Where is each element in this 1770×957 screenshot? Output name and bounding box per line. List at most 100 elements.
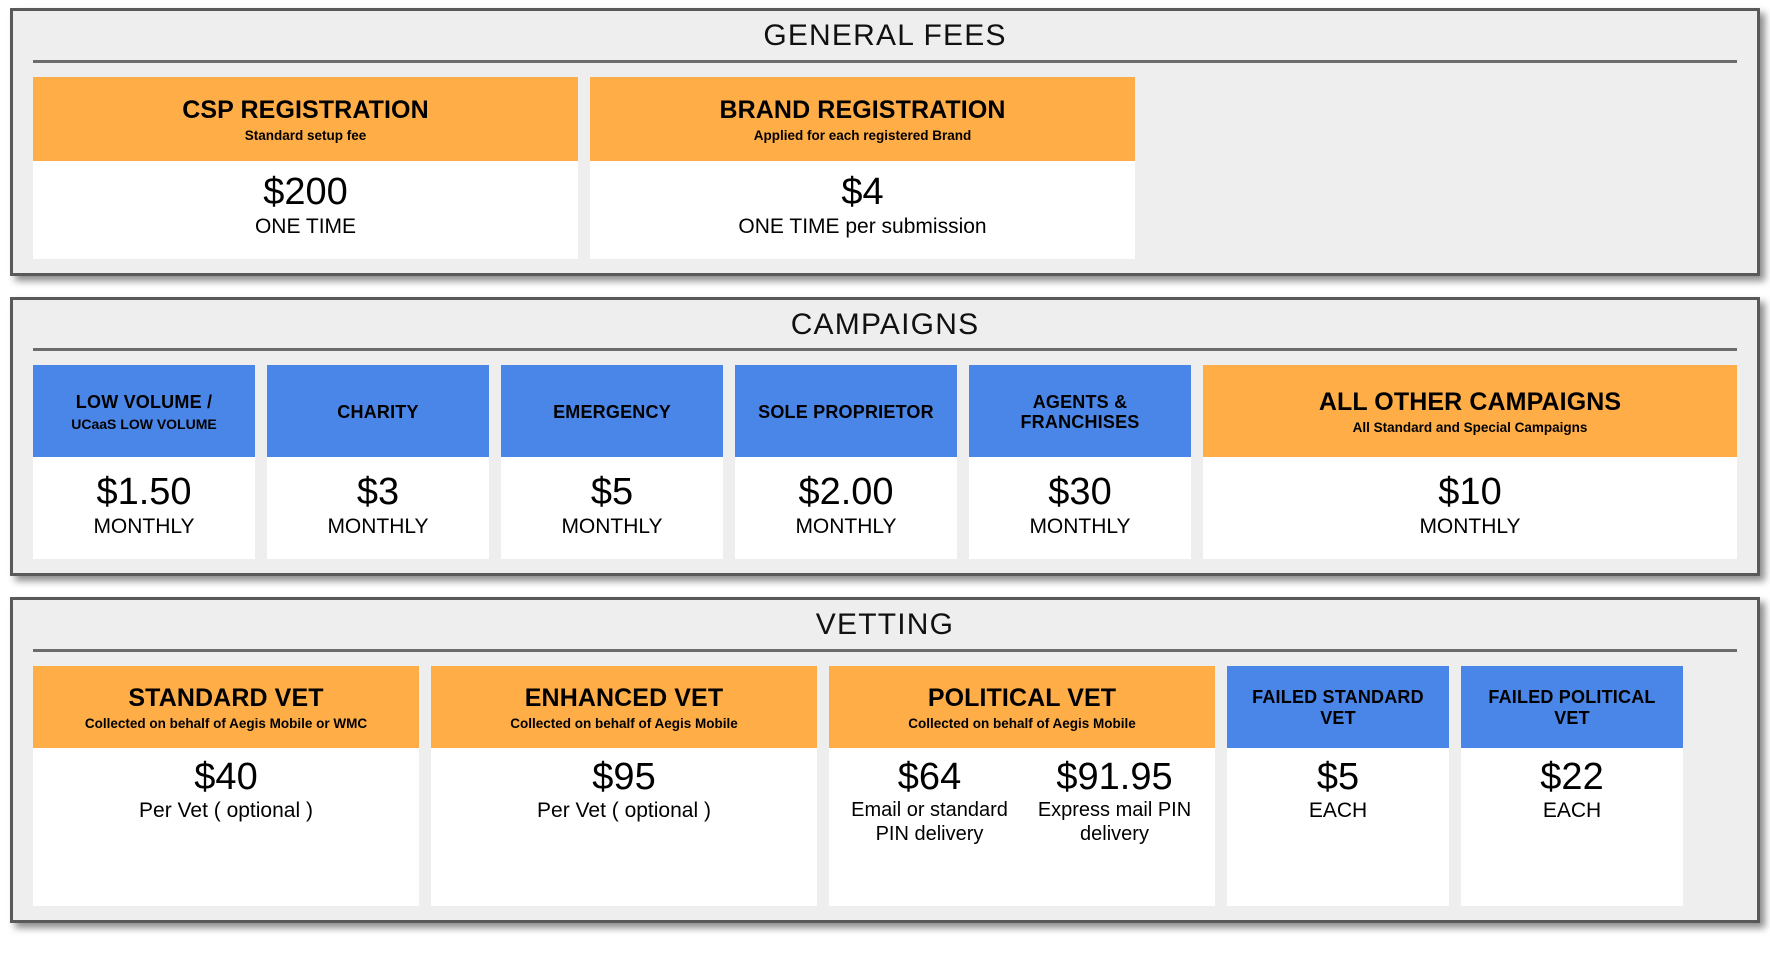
card-header-brand-registration: BRAND REGISTRATION Applied for each regi… xyxy=(590,76,1135,161)
card-body-csp-registration: $200 ONE TIME xyxy=(33,160,578,259)
card-title: EMERGENCY xyxy=(553,401,671,422)
card-title: SOLE PROPRIETOR xyxy=(758,401,934,422)
pricing-sheet: GENERAL FEES CSP REGISTRATION Standard s… xyxy=(0,0,1770,957)
card-header-standard-vet: STANDARD VET Collected on behalf of Aegi… xyxy=(33,665,419,748)
card-subtitle: Collected on behalf of Aegis Mobile xyxy=(510,715,738,731)
card-price: $4 xyxy=(841,171,884,214)
card-body-emergency: $5 MONTHLY xyxy=(501,457,723,559)
card-header-political-vet: POLITICAL VET Collected on behalf of Aeg… xyxy=(829,665,1215,748)
card-price: $5 xyxy=(1316,755,1360,798)
card-title: ALL OTHER CAMPAIGNS xyxy=(1318,388,1622,417)
card-price: $5 xyxy=(590,470,634,513)
card-price-note: MONTHLY xyxy=(561,514,663,538)
card-subtitle: Collected on behalf of Aegis Mobile or W… xyxy=(84,715,368,731)
section-title-campaigns: CAMPAIGNS xyxy=(790,307,980,341)
card-price: $30 xyxy=(1048,470,1112,513)
card-price-note: Per Vet ( optional ) xyxy=(139,799,313,823)
card-price: $64 xyxy=(897,755,962,798)
card-charity[interactable]: CHARITY $3 MONTHLY xyxy=(267,365,489,559)
card-title: LOW VOLUME / xyxy=(75,391,213,412)
card-price: $10 xyxy=(1438,470,1502,513)
card-body-enhanced-vet: $95 Per Vet ( optional ) xyxy=(431,747,817,906)
card-body-brand-registration: $4 ONE TIME per submission xyxy=(590,160,1135,259)
card-title: FAILED STANDARD VET xyxy=(1252,687,1424,728)
card-price: $3 xyxy=(356,470,400,513)
card-price: $22 xyxy=(1540,755,1604,798)
card-all-other-campaigns[interactable]: ALL OTHER CAMPAIGNS All Standard and Spe… xyxy=(1203,365,1737,559)
card-row-campaigns: LOW VOLUME / UCaaS LOW VOLUME $1.50 MONT… xyxy=(33,365,1737,559)
political-vet-price-split: $64 Email or standard PIN delivery $91.9… xyxy=(837,755,1207,847)
card-price: $200 xyxy=(263,171,348,214)
card-failed-political-vet[interactable]: FAILED POLITICAL VET $22 EACH xyxy=(1461,665,1683,906)
card-price-note: MONTHLY xyxy=(1419,514,1521,538)
card-csp-registration[interactable]: CSP REGISTRATION Standard setup fee $200… xyxy=(33,76,578,259)
political-vet-option-email: $64 Email or standard PIN delivery xyxy=(837,755,1022,847)
card-brand-registration[interactable]: BRAND REGISTRATION Applied for each regi… xyxy=(590,76,1135,259)
card-header-csp-registration: CSP REGISTRATION Standard setup fee xyxy=(33,76,578,161)
card-price-note: ONE TIME per submission xyxy=(738,215,987,239)
card-title: STANDARD VET xyxy=(128,683,324,712)
card-price: $2.00 xyxy=(798,470,894,513)
card-body-political-vet: $64 Email or standard PIN delivery $91.9… xyxy=(829,747,1215,906)
card-price: $1.50 xyxy=(96,470,192,513)
card-title: ENHANCED VET xyxy=(524,683,724,712)
card-agents-franchises[interactable]: AGENTS & FRANCHISES $30 MONTHLY xyxy=(969,365,1191,559)
card-subtitle: All Standard and Special Campaigns xyxy=(1352,420,1588,436)
card-low-volume[interactable]: LOW VOLUME / UCaaS LOW VOLUME $1.50 MONT… xyxy=(33,365,255,559)
card-header-emergency: EMERGENCY xyxy=(501,365,723,457)
card-row-vetting: STANDARD VET Collected on behalf of Aegi… xyxy=(33,665,1737,906)
card-header-enhanced-vet: ENHANCED VET Collected on behalf of Aegi… xyxy=(431,665,817,748)
card-price-note: MONTHLY xyxy=(327,514,429,538)
card-header-failed-standard-vet: FAILED STANDARD VET xyxy=(1227,665,1449,748)
card-price: $40 xyxy=(194,755,258,798)
section-title-general-fees: GENERAL FEES xyxy=(763,19,1007,52)
card-sole-proprietor[interactable]: SOLE PROPRIETOR $2.00 MONTHLY xyxy=(735,365,957,559)
political-vet-option-express: $91.95 Express mail PIN delivery xyxy=(1022,755,1207,847)
card-price-note: MONTHLY xyxy=(795,514,897,538)
card-title: CHARITY xyxy=(337,401,419,422)
card-price: $95 xyxy=(592,755,656,798)
card-row-general-fees: CSP REGISTRATION Standard setup fee $200… xyxy=(33,76,1737,259)
card-title: AGENTS & FRANCHISES xyxy=(1020,391,1140,432)
card-standard-vet[interactable]: STANDARD VET Collected on behalf of Aegi… xyxy=(33,665,419,906)
card-title: CSP REGISTRATION xyxy=(182,95,429,124)
card-subtitle: UCaaS LOW VOLUME xyxy=(71,416,217,433)
card-body-sole-proprietor: $2.00 MONTHLY xyxy=(735,457,957,559)
card-subtitle: Applied for each registered Brand xyxy=(753,127,972,143)
card-body-charity: $3 MONTHLY xyxy=(267,457,489,559)
card-header-agents-franchises: AGENTS & FRANCHISES xyxy=(969,365,1191,457)
card-price-note: Per Vet ( optional ) xyxy=(537,799,711,823)
card-political-vet[interactable]: POLITICAL VET Collected on behalf of Aeg… xyxy=(829,665,1215,906)
section-vetting: VETTING STANDARD VET Collected on behalf… xyxy=(10,597,1760,923)
section-divider xyxy=(33,348,1737,351)
card-price-note: ONE TIME xyxy=(254,215,357,239)
card-price-note: MONTHLY xyxy=(1029,514,1131,538)
card-body-failed-standard-vet: $5 EACH xyxy=(1227,747,1449,906)
card-body-all-other-campaigns: $10 MONTHLY xyxy=(1203,457,1737,559)
card-title: FAILED POLITICAL VET xyxy=(1488,687,1656,728)
card-title: POLITICAL VET xyxy=(927,683,1117,712)
card-header-low-volume: LOW VOLUME / UCaaS LOW VOLUME xyxy=(33,365,255,457)
card-subtitle: Standard setup fee xyxy=(244,127,367,143)
card-price: $91.95 xyxy=(1056,755,1173,798)
section-general-fees: GENERAL FEES CSP REGISTRATION Standard s… xyxy=(10,8,1760,276)
card-body-low-volume: $1.50 MONTHLY xyxy=(33,457,255,559)
card-body-standard-vet: $40 Per Vet ( optional ) xyxy=(33,747,419,906)
card-title: BRAND REGISTRATION xyxy=(719,95,1006,124)
card-price-note: EACH xyxy=(1308,799,1368,823)
card-price-note: Email or standard PIN delivery xyxy=(851,799,1008,845)
card-body-failed-political-vet: $22 EACH xyxy=(1461,747,1683,906)
card-failed-standard-vet[interactable]: FAILED STANDARD VET $5 EACH xyxy=(1227,665,1449,906)
card-price-note: Express mail PIN delivery xyxy=(1037,799,1192,845)
card-header-sole-proprietor: SOLE PROPRIETOR xyxy=(735,365,957,457)
card-enhanced-vet[interactable]: ENHANCED VET Collected on behalf of Aegi… xyxy=(431,665,817,906)
card-header-charity: CHARITY xyxy=(267,365,489,457)
card-emergency[interactable]: EMERGENCY $5 MONTHLY xyxy=(501,365,723,559)
card-price-note: MONTHLY xyxy=(93,514,195,538)
section-divider xyxy=(33,59,1737,63)
card-subtitle: Collected on behalf of Aegis Mobile xyxy=(908,715,1136,731)
section-divider xyxy=(33,648,1737,652)
card-header-failed-political-vet: FAILED POLITICAL VET xyxy=(1461,665,1683,748)
section-campaigns: CAMPAIGNS LOW VOLUME / UCaaS LOW VOLUME … xyxy=(10,296,1760,576)
card-header-all-other-campaigns: ALL OTHER CAMPAIGNS All Standard and Spe… xyxy=(1203,365,1737,457)
